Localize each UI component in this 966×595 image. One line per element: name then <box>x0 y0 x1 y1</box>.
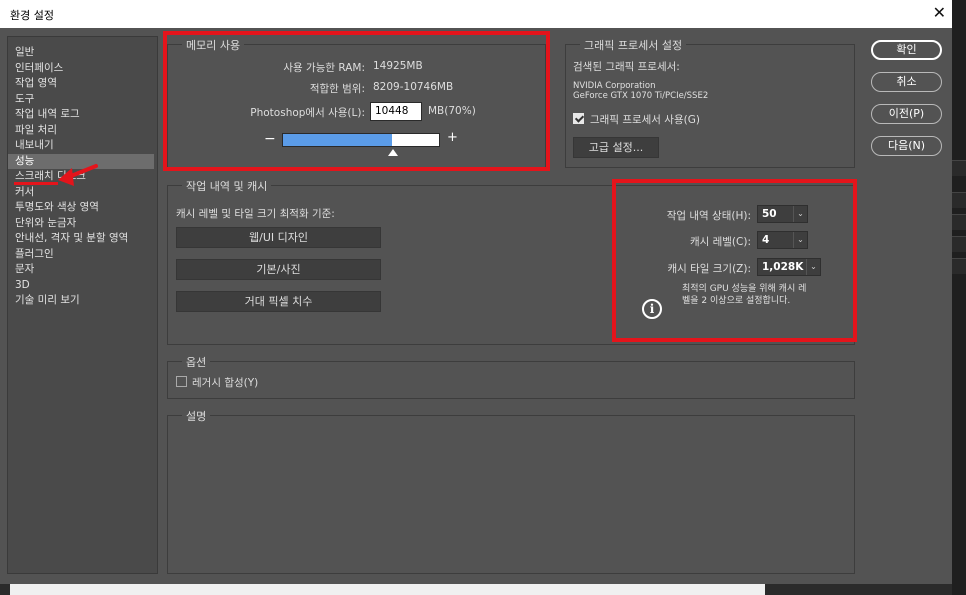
background-window-edge <box>952 0 966 595</box>
use-gpu-label: 그래픽 프로세서 사용(G) <box>590 114 700 126</box>
sidebar-item[interactable]: 안내선, 격자 및 분할 영역 <box>13 231 159 246</box>
sidebar-item[interactable]: 내보내기 <box>13 138 159 153</box>
window-title: 환경 설정 <box>10 9 54 22</box>
graphics-processor-legend: 그래픽 프로세서 설정 <box>580 37 687 53</box>
title-bar: 환경 설정 ✕ <box>0 0 952 28</box>
background-panel-row <box>952 236 966 252</box>
background-window-strip <box>10 584 765 595</box>
options-group: 옵션 레거시 합성(Y) <box>167 354 855 399</box>
ok-button[interactable]: 확인 <box>871 40 942 60</box>
background-panel-row <box>952 160 966 176</box>
preset-web-ui-design-button[interactable]: 웹/UI 디자인 <box>176 227 381 248</box>
gpu-model: GeForce GTX 1070 Ti/PCIe/SSE2 <box>573 91 709 101</box>
preferences-sidebar: 일반 인터페이스 작업 영역 도구 작업 내역 로그 파일 처리 내보내기 성능 스크래치 디스… <box>7 36 158 574</box>
graphics-processor-group: 그래픽 프로세서 설정 검색된 그래픽 프로세서: NVIDIA Corpora… <box>565 37 855 168</box>
annotation-box-cache <box>612 179 857 342</box>
cancel-button[interactable]: 취소 <box>871 72 942 92</box>
annotation-underline <box>14 182 58 185</box>
close-icon[interactable]: ✕ <box>933 3 946 22</box>
annotation-box-memory <box>163 31 550 171</box>
sidebar-item[interactable]: 투명도와 색상 영역 <box>13 200 159 215</box>
history-cache-legend: 작업 내역 및 캐시 <box>182 178 272 194</box>
sidebar-item[interactable]: 작업 영역 <box>13 76 159 91</box>
gpu-vendor: NVIDIA Corporation <box>573 81 656 91</box>
legacy-compositing-label: 레거시 합성(Y) <box>192 377 259 389</box>
description-legend: 설명 <box>182 408 211 424</box>
sidebar-item[interactable]: 작업 내역 로그 <box>13 107 159 122</box>
description-group: 설명 <box>167 408 855 574</box>
use-gpu-checkbox[interactable] <box>573 113 584 124</box>
sidebar-item[interactable]: 파일 처리 <box>13 123 159 138</box>
background-panel-row <box>952 258 966 274</box>
sidebar-item[interactable]: 일반 <box>13 45 159 60</box>
options-legend: 옵션 <box>182 354 211 370</box>
preset-huge-pixel-button[interactable]: 거대 픽셀 치수 <box>176 291 381 312</box>
next-button[interactable]: 다음(N) <box>871 136 942 156</box>
sidebar-item[interactable]: 도구 <box>13 92 159 107</box>
background-panel-row <box>952 214 966 230</box>
sidebar-item[interactable]: 플러그인 <box>13 247 159 262</box>
annotation-arrow-icon <box>58 164 98 186</box>
advanced-settings-button[interactable]: 고급 설정... <box>573 137 659 158</box>
detected-gpu-label: 검색된 그래픽 프로세서: <box>573 61 680 73</box>
sidebar-item[interactable]: 3D <box>13 278 159 293</box>
sidebar-item[interactable]: 단위와 눈금자 <box>13 216 159 231</box>
optimize-cache-label: 캐시 레벨 및 타일 크기 최적화 기준: <box>176 208 335 220</box>
background-panel-row <box>952 192 966 208</box>
sidebar-item[interactable]: 인터페이스 <box>13 61 159 76</box>
previous-button[interactable]: 이전(P) <box>871 104 942 124</box>
preset-default-photo-button[interactable]: 기본/사진 <box>176 259 381 280</box>
sidebar-item[interactable]: 문자 <box>13 262 159 277</box>
sidebar-item[interactable]: 기술 미리 보기 <box>13 293 159 308</box>
legacy-compositing-checkbox[interactable] <box>176 376 187 387</box>
